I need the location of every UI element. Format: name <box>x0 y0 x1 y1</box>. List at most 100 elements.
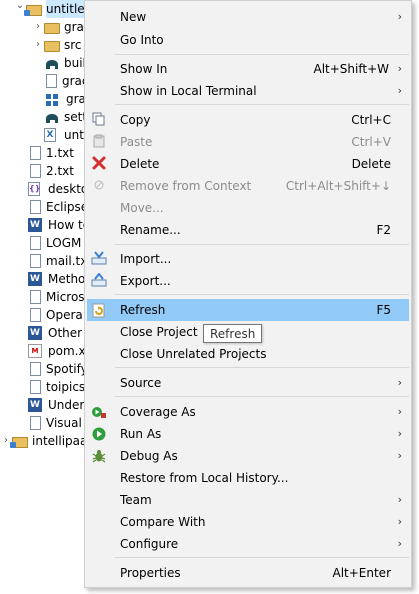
menu-item-compare-with[interactable]: Compare With › <box>87 511 409 533</box>
menu-item-delete[interactable]: Delete Delete <box>87 153 409 175</box>
menu-item-label: Source <box>120 376 162 390</box>
text-file-icon <box>30 308 41 322</box>
menu-item-restore-from-local-history[interactable]: Restore from Local History... <box>87 467 409 489</box>
menu-item-paste: Paste Ctrl+V <box>87 131 409 153</box>
tree-item[interactable]: W Metho <box>28 270 85 288</box>
menu-item-go-into[interactable]: Go Into <box>87 29 409 51</box>
tree-item[interactable]: LOGM <box>28 234 81 252</box>
menu-item-label: Move... <box>120 201 164 215</box>
menu-item-label: Coverage As <box>120 405 196 419</box>
tree-item-label: mail.tx <box>46 254 88 268</box>
chevron-right-icon[interactable]: › <box>32 36 44 54</box>
tree-item-label: 1.txt <box>46 146 74 160</box>
copy-icon <box>91 112 107 128</box>
tree-item[interactable]: Mpom.x <box>28 342 86 360</box>
tree-item[interactable]: mail.tx <box>28 252 87 270</box>
coverage-icon <box>91 404 107 420</box>
windows-script-icon <box>46 94 58 106</box>
tree-item[interactable]: {} deskto <box>28 180 88 198</box>
paste-icon <box>91 134 107 150</box>
menu-separator <box>115 557 409 558</box>
menu-item-label: Refresh <box>120 303 166 317</box>
tree-item[interactable]: toipics <box>28 378 85 396</box>
menu-item-label: Close Unrelated Projects <box>120 347 267 361</box>
debug-bug-icon <box>91 448 107 464</box>
menu-item-close-unrelated-projects[interactable]: Close Unrelated Projects <box>87 343 409 365</box>
tree-item[interactable]: Xunt <box>44 126 84 144</box>
menu-item-show-in-local-terminal[interactable]: Show in Local Terminal › <box>87 80 409 102</box>
menu-item-debug-as[interactable]: Debug As › <box>87 445 409 467</box>
menu-item-coverage-as[interactable]: Coverage As › <box>87 401 409 423</box>
menu-item-import[interactable]: Import... <box>87 248 409 270</box>
text-file-icon <box>30 146 41 160</box>
menu-item-label: Close Project <box>120 325 198 339</box>
tree-item-label: toipics <box>46 380 86 394</box>
tree-item[interactable]: 1.txt <box>28 144 74 162</box>
tree-item[interactable]: ⌄ untitle <box>14 0 85 18</box>
submenu-arrow-icon: › <box>397 405 402 418</box>
tree-item[interactable]: sett <box>44 108 87 126</box>
word-doc-icon: W <box>28 326 42 340</box>
menu-item-source[interactable]: Source › <box>87 372 409 394</box>
tree-item[interactable]: › intellipaat <box>0 432 92 450</box>
tree-item-label: Micros <box>46 290 85 304</box>
tree-item[interactable]: Spotify <box>28 360 88 378</box>
tree-item-label: pom.x <box>48 344 86 358</box>
menu-item-refresh[interactable]: Refresh F5 <box>87 299 409 321</box>
tree-item[interactable]: W How to <box>28 216 90 234</box>
tree-item[interactable]: Opera <box>28 306 83 324</box>
run-icon <box>91 426 107 442</box>
menu-item-label: Run As <box>120 427 162 441</box>
menu-item-team[interactable]: Team › <box>87 489 409 511</box>
menu-item-run-as[interactable]: Run As › <box>87 423 409 445</box>
menu-item-rename[interactable]: Rename... F2 <box>87 219 409 241</box>
xml-x-file-icon: X <box>44 128 56 142</box>
menu-item-label: Configure <box>120 537 179 551</box>
menu-item-export[interactable]: Export... <box>87 270 409 292</box>
refresh-tooltip: Refresh <box>203 324 263 343</box>
menu-item-label: Delete <box>120 157 160 171</box>
submenu-arrow-icon: › <box>397 427 402 440</box>
folder-icon <box>44 23 60 34</box>
menu-item-label: Copy <box>120 113 151 127</box>
submenu-arrow-icon: › <box>397 62 402 75</box>
remove-context-icon <box>91 178 107 194</box>
menu-item-show-in[interactable]: Show In Alt+Shift+W › <box>87 58 409 80</box>
menu-item-label: Compare With <box>120 515 206 529</box>
submenu-arrow-icon: › <box>397 376 402 389</box>
tree-item-label: src <box>64 38 82 52</box>
tree-item[interactable]: 2.txt <box>28 162 74 180</box>
tree-item[interactable]: › grac <box>32 18 91 36</box>
tree-item[interactable]: Visual <box>28 414 82 432</box>
tree-item[interactable]: › src <box>32 36 82 54</box>
menu-item-shortcut: Ctrl+C <box>351 113 391 127</box>
menu-item-copy[interactable]: Copy Ctrl+C <box>87 109 409 131</box>
menu-item-label: Show in Local Terminal <box>120 84 257 98</box>
tree-item-label: LOGM <box>46 236 82 250</box>
menu-item-properties[interactable]: Properties Alt+Enter <box>87 562 409 584</box>
menu-item-configure[interactable]: Configure › <box>87 533 409 555</box>
tree-item[interactable]: Micros <box>28 288 85 306</box>
file-icon <box>46 74 57 88</box>
menu-item-new[interactable]: New › <box>87 6 409 28</box>
word-doc-icon: W <box>28 218 42 232</box>
menu-separator <box>115 244 409 245</box>
menu-item-label: Team <box>120 493 152 507</box>
text-file-icon <box>30 380 41 394</box>
menu-item-label: Rename... <box>120 223 181 237</box>
text-file-icon <box>30 290 41 304</box>
tree-item[interactable]: grac <box>44 72 89 90</box>
tree-item[interactable]: W Unders <box>28 396 91 414</box>
tree-item-label: deskto <box>48 182 89 196</box>
submenu-arrow-icon: › <box>397 515 402 528</box>
text-file-icon <box>30 362 41 376</box>
menu-separator <box>115 396 409 397</box>
text-file-icon <box>30 236 41 250</box>
tree-item[interactable]: buil <box>44 54 86 72</box>
menu-item-shortcut: F2 <box>376 223 391 237</box>
chevron-right-icon[interactable]: › <box>32 18 44 36</box>
menu-item-shortcut: Ctrl+Alt+Shift+↓ <box>285 179 391 193</box>
project-folder-icon <box>24 5 42 16</box>
project-folder-icon <box>10 437 28 448</box>
tree-item[interactable]: Eclipse <box>28 198 88 216</box>
